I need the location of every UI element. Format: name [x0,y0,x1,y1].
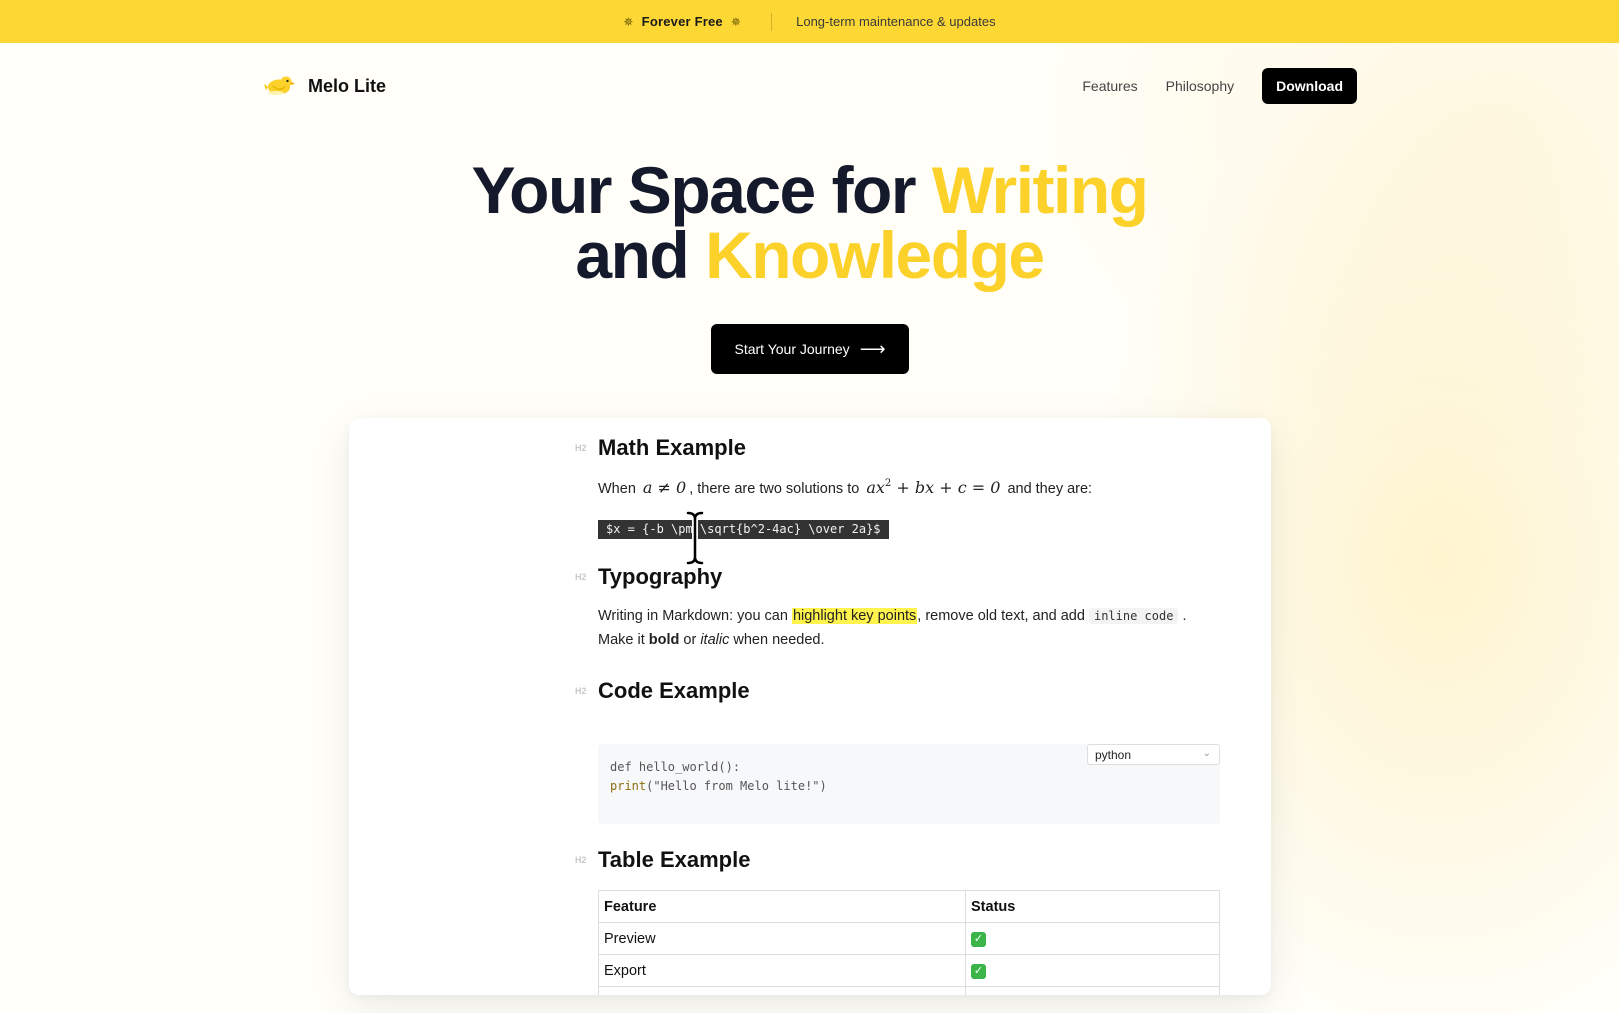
nav-link-features[interactable]: Features [1082,78,1137,94]
forever-free-label: Forever Free [641,14,723,29]
table-cell-feature: Preview [598,922,966,955]
typography-heading: Typography [598,564,723,589]
h2-marker: H2 [575,443,587,453]
download-button[interactable]: Download [1262,68,1357,104]
table-row: Preview ✓ [598,922,1220,955]
nav-link-philosophy[interactable]: Philosophy [1166,78,1235,94]
table-cell-status [965,986,1220,995]
highlight-mark: highlight key points [791,608,918,624]
math-eq-part: + bx + c = 0 [891,478,1001,497]
text-cursor-icon [685,510,705,566]
table-heading: Table Example [598,847,751,872]
typo-text: Writing in Markdown: you can [598,608,792,624]
typo-text: or [679,632,701,648]
math-eq-part: ax [866,478,885,497]
h2-marker: H2 [575,686,587,696]
h2-marker: H2 [575,855,587,865]
table-header-status: Status [965,890,1220,923]
hero-highlight-writing: Writing [931,153,1149,227]
typo-text: , remove old text, and add [917,608,1089,624]
math-inline-equation: ax2 + bx + c = 0 [866,478,1000,497]
table-row: Export ✓ [598,954,1220,987]
table-cell-status: ✓ [965,954,1220,987]
table-cell-feature: Export [598,954,966,987]
typography-line-1: Writing in Markdown: you can highlight k… [598,608,1187,624]
table-row [598,986,1220,995]
math-heading: Math Example [598,435,746,460]
h2-marker: H2 [575,572,587,582]
typo-text: Make it [598,632,649,648]
italic-text: italic [700,632,730,648]
brand-name: Melo Lite [308,75,387,96]
typo-text: when needed. [729,632,825,648]
forever-free-badge: ✵ Forever Free ✵ [623,14,741,29]
start-journey-label: Start Your Journey [734,341,850,357]
latex-source-selection[interactable]: $x = {-b \pm \sqrt{b^2-4ac} \over 2a}$ [598,520,889,539]
top-nav: Melo Lite Features Philosophy Download [264,67,1357,105]
code-line-1: def hello_world(): [610,760,741,774]
code-line-2: ("Hello from Melo lite!") [646,779,827,793]
table-header-feature: Feature [598,890,966,923]
table-header-row: Feature Status [598,890,1220,923]
typo-text: . [1178,608,1187,624]
table-cell-feature [598,986,966,995]
code-heading: Code Example [598,678,750,703]
editor-preview-card: H2 Math Example When a ≠ 0, there are tw… [349,418,1271,995]
code-content: def hello_world(): print("Hello from Mel… [610,758,827,796]
code-keyword: print [610,779,647,793]
hero-line2-text: and [575,218,706,292]
chevron-down-icon: ⌄ [1202,748,1211,759]
hero-line1-text: Your Space for [471,153,932,227]
hero-title: Your Space for Writing and Knowledge [0,157,1619,288]
check-icon: ✓ [971,964,986,979]
math-text: and they are: [1007,481,1093,497]
inline-code: inline code [1088,608,1179,624]
maintenance-label: Long-term maintenance & updates [796,14,996,29]
top-banner: ✵ Forever Free ✵ Long-term maintenance &… [0,0,1619,43]
bold-text: bold [648,632,680,648]
typography-line-2: Make it bold or italic when needed. [598,632,824,648]
feature-table: Feature Status Preview ✓ Export ✓ [598,890,1220,995]
bird-logo-icon [264,76,295,95]
sparkle-icon: ✵ [623,14,634,29]
banner-divider [771,12,773,31]
math-text: , there are two solutions to [689,481,860,497]
brand-link[interactable]: Melo Lite [264,73,386,99]
code-block[interactable]: python ⌄ def hello_world(): print("Hello… [598,744,1220,824]
math-inline-a: a ≠ 0 [642,478,687,497]
math-paragraph: When a ≠ 0, there are two solutions to a… [598,478,1092,497]
start-journey-button[interactable]: Start Your Journey ⟶ [711,324,909,374]
language-value: python [1095,748,1132,762]
hero-highlight-knowledge: Knowledge [705,218,1045,292]
check-icon: ✓ [971,932,986,947]
math-text: When [598,481,636,497]
language-select[interactable]: python ⌄ [1087,744,1220,765]
arrow-right-icon: ⟶ [859,338,886,359]
sparkle-icon: ✵ [730,14,742,29]
nav-links: Features Philosophy Download [1082,68,1357,104]
table-cell-status: ✓ [965,922,1220,955]
